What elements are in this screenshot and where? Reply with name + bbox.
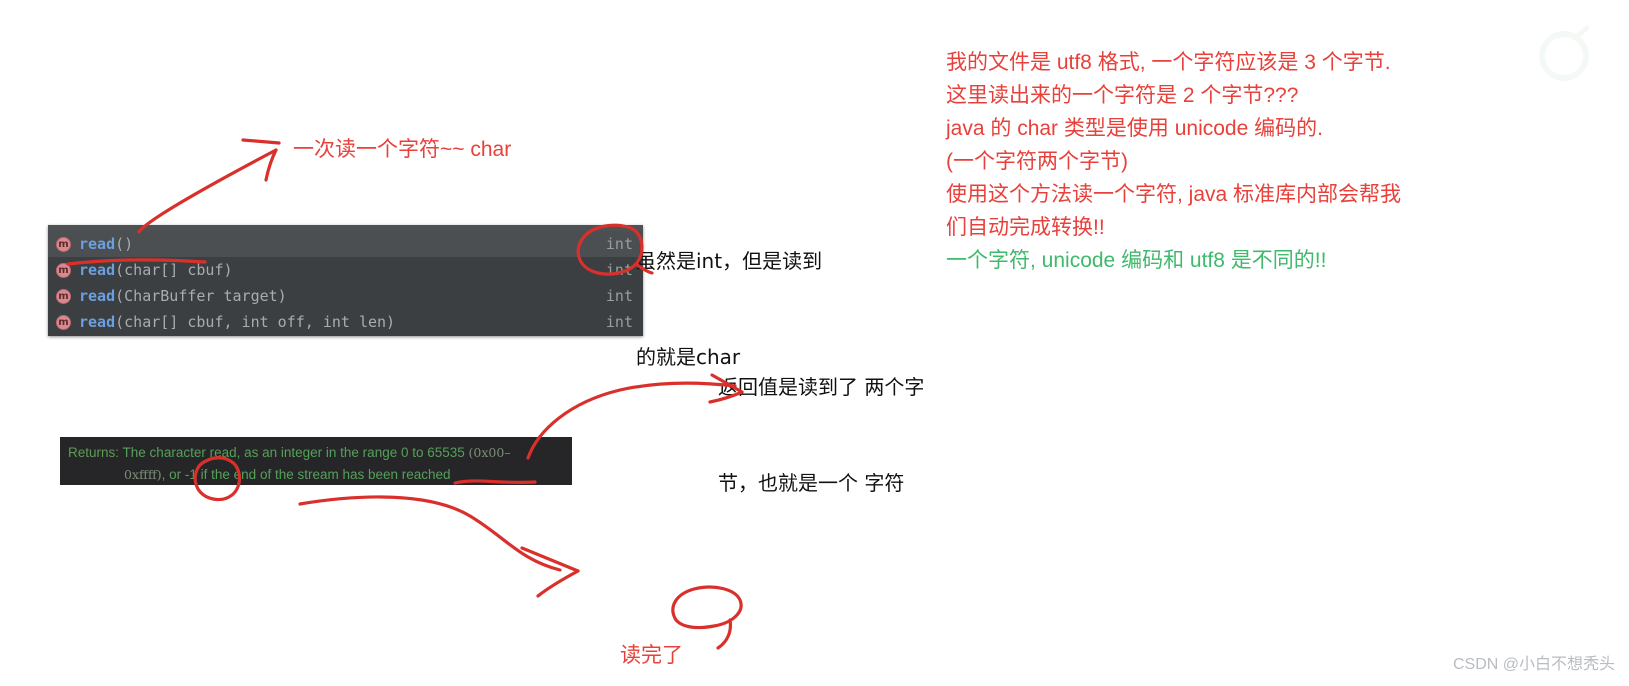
- annotation-return-two-bytes: 返回值是读到了 两个字 节，也就是一个 字符: [718, 307, 924, 563]
- annotation-return-two-bytes-line1: 返回值是读到了 两个字: [718, 375, 925, 399]
- arrow-tooltip-to-read-done-head-b: [536, 569, 580, 598]
- completion-return-type: int: [605, 287, 633, 305]
- returns-text-line2: , or -1 if the end of the stream has bee…: [161, 467, 451, 482]
- returns-tooltip-line-1: Returns: The character read, as an integ…: [68, 442, 564, 464]
- method-icon: m: [56, 314, 71, 330]
- completion-row-read-charbuf[interactable]: m read (char[] cbuf) int: [48, 257, 643, 283]
- java-method-completion-popup[interactable]: m read () int m read (char[] cbuf) int m…: [48, 225, 643, 336]
- arrow-popup-to-char-once-head-bottom: [264, 148, 278, 182]
- completion-method-name: read: [79, 313, 116, 331]
- arrow-tooltip-to-read-done-shaft: [298, 495, 562, 572]
- annotation-encoding-line-6: 们自动完成转换!!: [946, 216, 1105, 239]
- screenshot-canvas: m read () int m read (char[] cbuf) int m…: [0, 0, 1629, 686]
- returns-tooltip-line-2: 0xffff), or -1 if the end of the stream …: [68, 464, 564, 485]
- annotation-read-one-char: 一次读一个字符~~ char: [293, 138, 512, 161]
- completion-row-read-charbuffer-target[interactable]: m read (CharBuffer target) int: [48, 283, 643, 309]
- completion-method-name: read: [79, 287, 116, 305]
- annotation-int-but-char-line1: 虽然是int，但是读到: [636, 249, 823, 273]
- method-icon: m: [56, 288, 71, 304]
- completion-method-signature: (char[] cbuf): [115, 261, 233, 279]
- arrow-popup-to-char-once-shaft: [137, 148, 278, 234]
- annotation-read-finished-line1: 读完了: [620, 644, 683, 667]
- arrow-popup-to-char-once-head-top: [241, 138, 281, 145]
- completion-method-name: read: [79, 235, 116, 253]
- completion-method-signature: (): [115, 235, 134, 253]
- annotation-encoding-line-7: 一个字符, unicode 编码和 utf8 是不同的!!: [946, 249, 1327, 272]
- method-icon: m: [56, 236, 71, 252]
- annotation-return-two-bytes-line2: 节，也就是一个 字符: [718, 471, 905, 495]
- completion-row-read-offset-len[interactable]: m read (char[] cbuf, int off, int len) i…: [48, 309, 643, 335]
- csdn-watermark: CSDN @小白不想秃头: [1452, 656, 1615, 673]
- annotation-encoding-line-5: 使用这个方法读一个字符, java 标准库内部会帮我: [946, 183, 1402, 206]
- returns-hex-end: 0xffff): [124, 467, 162, 482]
- method-icon: m: [56, 262, 71, 278]
- returns-label: Returns:: [68, 445, 120, 460]
- completion-row-read-noargs[interactable]: m read () int: [48, 231, 643, 257]
- completion-method-name: read: [79, 261, 116, 279]
- annotation-encoding-line-4: (一个字符两个字节): [946, 150, 1128, 173]
- completion-return-type: int: [605, 235, 633, 253]
- arrow-tooltip-to-read-done-head-a: [520, 546, 580, 573]
- annotation-encoding-notes: 我的文件是 utf8 格式, 一个字符应该是 3 个字节. 这里读出来的一个字符…: [946, 46, 1401, 277]
- completion-return-type: int: [605, 313, 633, 331]
- returns-hex-start: (0x00–: [468, 445, 511, 460]
- completion-method-signature: (char[] cbuf, int off, int len): [115, 313, 396, 331]
- csdn-corner-watermark-icon: [1539, 25, 1590, 81]
- annotation-read-finished: 读完了 读到 eof 了.: [620, 553, 730, 686]
- annotation-encoding-line-2: 这里读出来的一个字符是 2 个字节???: [946, 84, 1299, 107]
- returns-text-line1: The character read, as an integer in the…: [122, 445, 469, 460]
- returns-doc-tooltip: Returns: The character read, as an integ…: [60, 437, 572, 485]
- completion-method-signature: (CharBuffer target): [115, 287, 287, 305]
- annotation-encoding-line-1: 我的文件是 utf8 格式, 一个字符应该是 3 个字节.: [946, 51, 1391, 74]
- annotation-encoding-line-3: java 的 char 类型是使用 unicode 编码的.: [946, 117, 1323, 140]
- completion-return-type: int: [605, 261, 633, 279]
